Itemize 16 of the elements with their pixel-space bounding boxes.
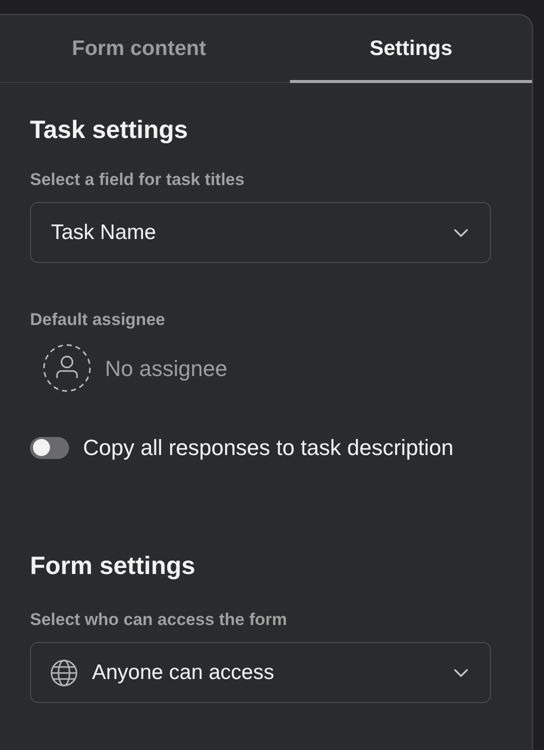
field-label: Select who can access the form	[30, 609, 288, 631]
tab[interactable]: Settings	[290, 15, 532, 83]
tab[interactable]: Form content	[18, 15, 260, 83]
toggle-label: Copy all responses to task description	[83, 434, 454, 462]
toggle-switch[interactable]	[30, 436, 69, 458]
user-placeholder-icon	[43, 344, 91, 392]
assignee-picker[interactable]: No assignee	[43, 344, 228, 392]
chevron-down-icon	[454, 668, 468, 676]
section-heading: Form settings	[30, 551, 196, 582]
field-label: Select a field for task titles	[30, 169, 246, 191]
globe-icon	[50, 658, 78, 686]
section-heading: Task settings	[30, 115, 189, 146]
chevron-down-icon	[454, 228, 468, 236]
field-label: Default assignee	[30, 309, 166, 331]
access-dropdown[interactable]: Anyone can access	[30, 642, 491, 703]
task-title-dropdown[interactable]: Task Name	[30, 202, 491, 263]
